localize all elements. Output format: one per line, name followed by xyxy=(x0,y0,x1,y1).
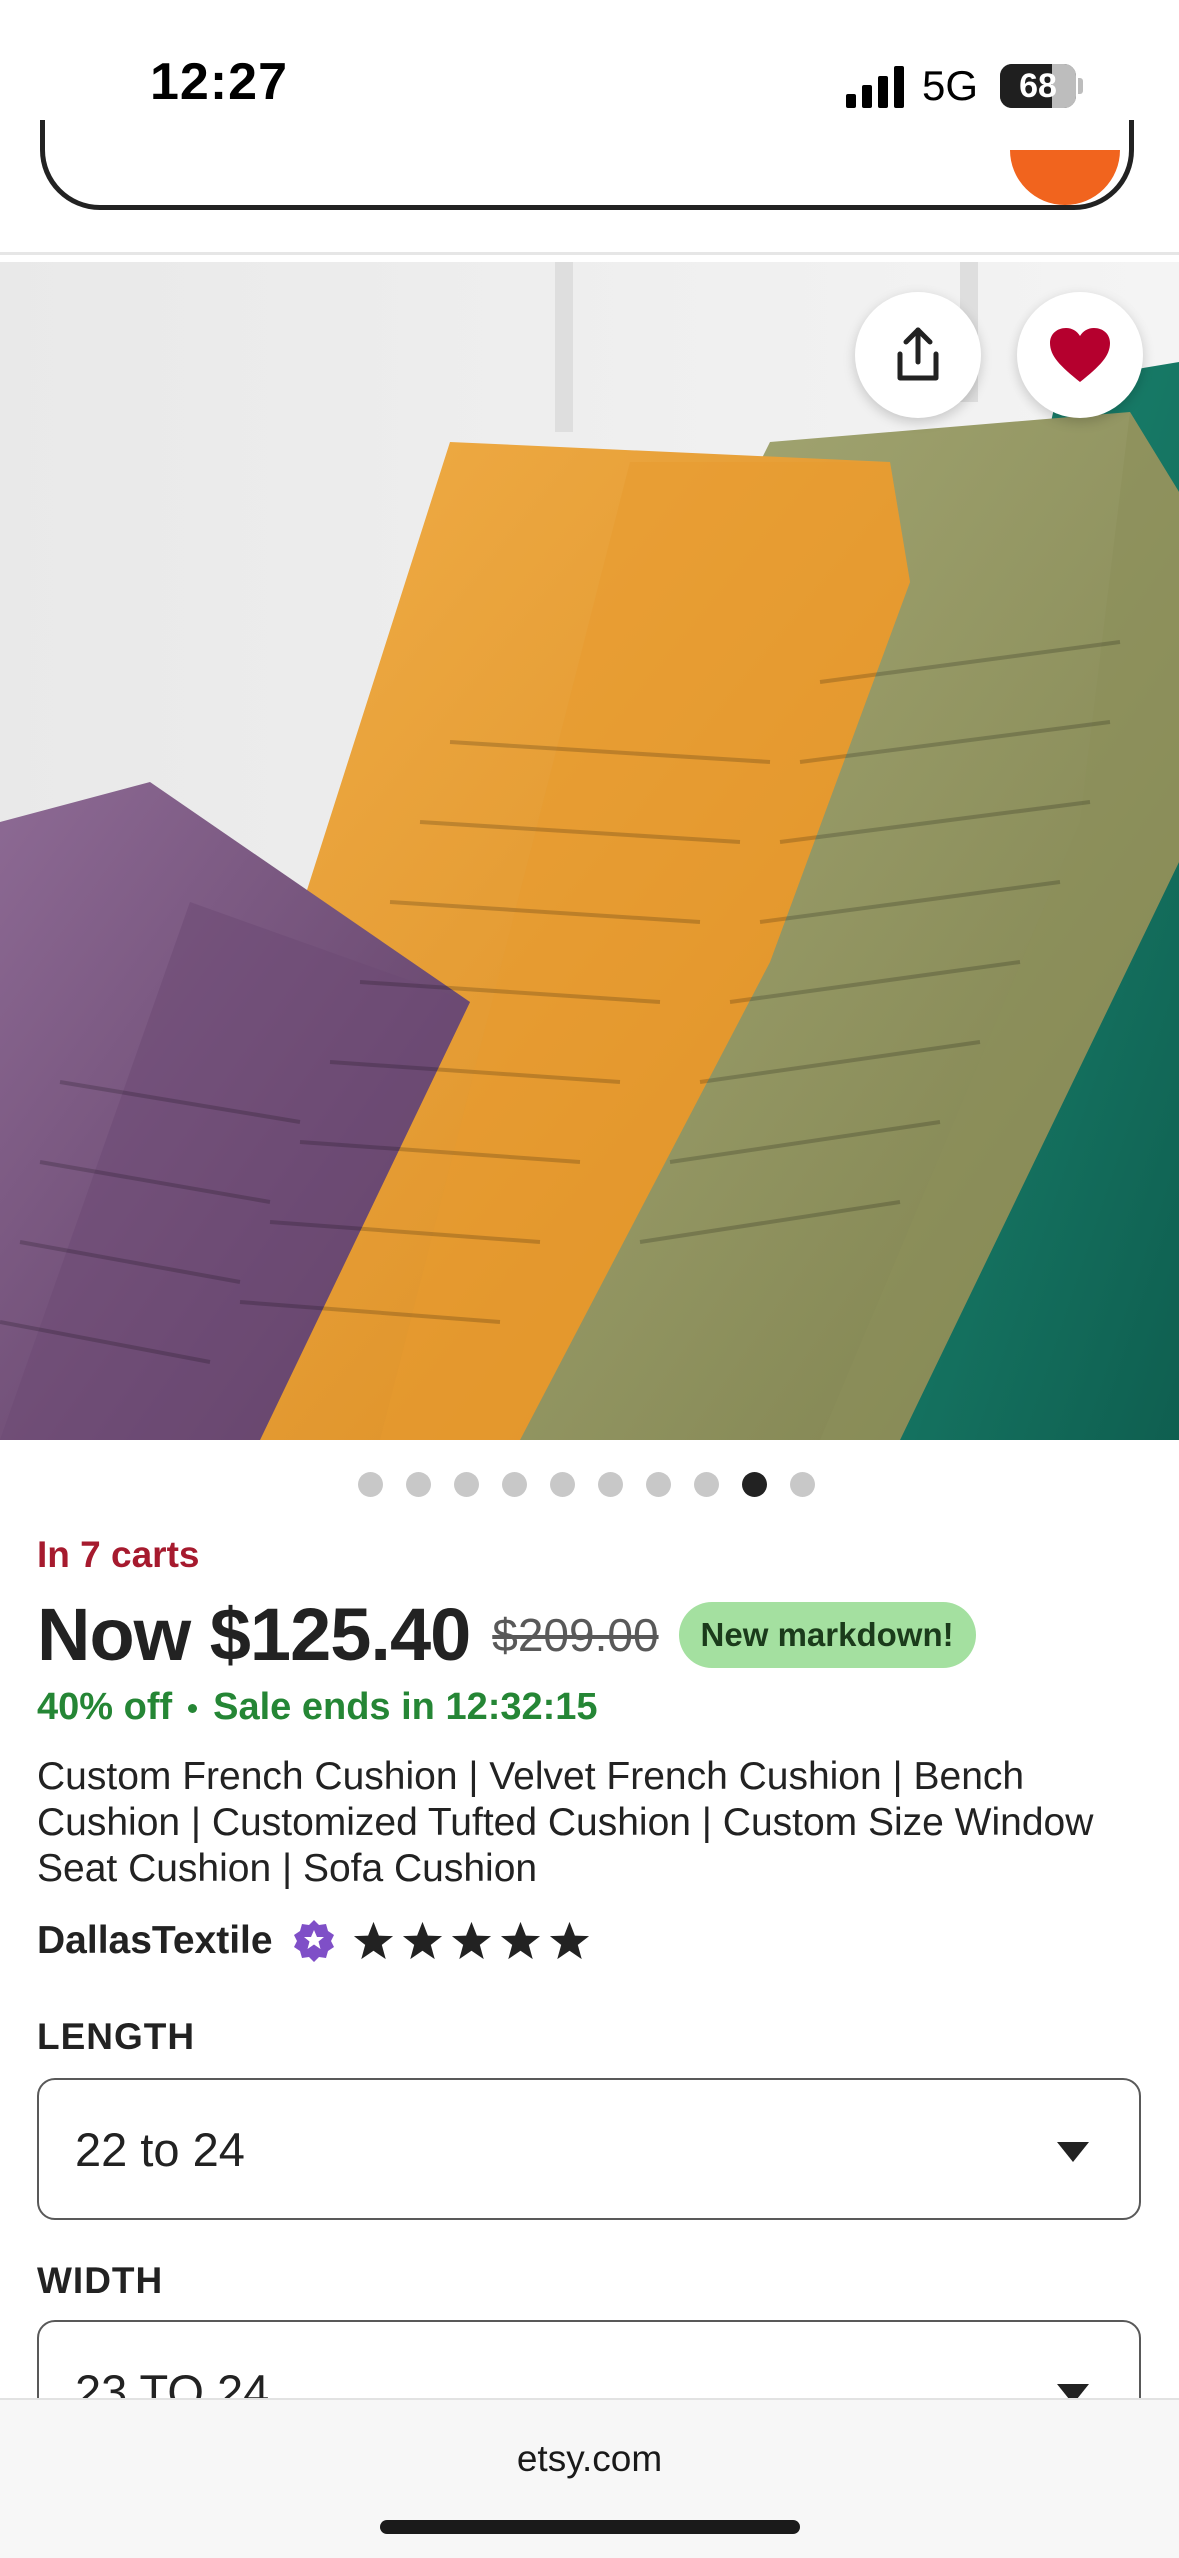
carousel-dot[interactable] xyxy=(694,1472,719,1497)
sale-ends-label: Sale ends in 12:32:15 xyxy=(213,1686,598,1728)
caret-down-icon xyxy=(1057,2142,1089,2162)
current-price: Now $125.40 xyxy=(37,1593,471,1676)
product-title: Custom French Cushion | Velvet French Cu… xyxy=(37,1755,1094,1890)
in-carts-label: In 7 carts xyxy=(37,1534,200,1575)
heart-icon xyxy=(1050,328,1110,382)
share-icon xyxy=(897,327,939,381)
markdown-badge: New markdown! xyxy=(678,1601,976,1668)
star-icon xyxy=(500,1921,540,1959)
length-value: 22 to 24 xyxy=(75,2123,245,2176)
carousel-dot[interactable] xyxy=(406,1472,431,1497)
rating-stars xyxy=(351,1919,592,1964)
carousel-dots[interactable] xyxy=(358,1472,815,1497)
search-bar[interactable] xyxy=(40,120,1134,210)
length-select[interactable]: 22 to 24 xyxy=(37,2078,1141,2220)
star-icon xyxy=(549,1921,589,1959)
separator-dot xyxy=(188,1704,198,1714)
network-type: 5G xyxy=(922,62,979,109)
status-time: 12:27 xyxy=(150,53,288,111)
shop-row[interactable]: DallasTextile xyxy=(37,1918,592,1964)
discount-label: 40% off xyxy=(37,1686,173,1728)
carousel-dot[interactable] xyxy=(742,1472,767,1497)
header-divider xyxy=(0,252,1179,255)
share-button[interactable] xyxy=(855,292,981,418)
original-price: $209.00 xyxy=(492,1608,659,1661)
price-row: Now $125.40 $209.00 New markdown! xyxy=(37,1592,976,1677)
carousel-dot[interactable] xyxy=(598,1472,623,1497)
battery-level: 68 xyxy=(1019,67,1057,105)
length-label: LENGTH xyxy=(37,2016,196,2057)
carousel-dot[interactable] xyxy=(358,1472,383,1497)
star-seller-badge-icon xyxy=(293,1920,334,1962)
carousel-dot[interactable] xyxy=(646,1472,671,1497)
sale-info: 40% off Sale ends in 12:32:15 xyxy=(37,1686,598,1729)
url-address[interactable]: etsy.com xyxy=(0,2438,1179,2480)
star-icon xyxy=(353,1921,393,1959)
product-image[interactable] xyxy=(0,262,1179,1440)
carousel-dot[interactable] xyxy=(454,1472,479,1497)
signal-icon xyxy=(846,66,904,108)
home-indicator xyxy=(380,2520,800,2534)
battery-icon: 68 xyxy=(1000,64,1076,108)
carousel-dot[interactable] xyxy=(502,1472,527,1497)
browser-bottom-bar: etsy.com xyxy=(0,2398,1179,2558)
width-label: WIDTH xyxy=(37,2260,164,2301)
star-icon xyxy=(451,1921,491,1959)
shop-name-link[interactable]: DallasTextile xyxy=(37,1919,273,1963)
star-icon xyxy=(402,1921,442,1959)
carousel-dot[interactable] xyxy=(790,1472,815,1497)
carousel-dot[interactable] xyxy=(550,1472,575,1497)
battery-nub xyxy=(1078,78,1083,94)
favorite-button[interactable] xyxy=(1017,292,1143,418)
